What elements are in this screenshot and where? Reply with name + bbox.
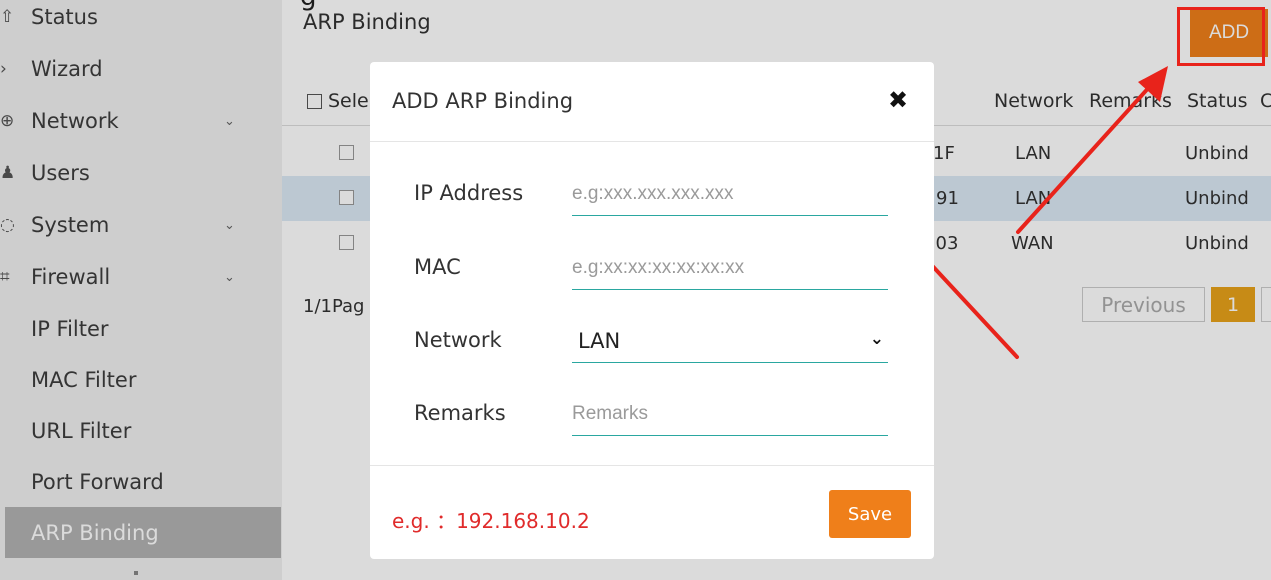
close-icon[interactable]: ✖ <box>888 86 908 114</box>
ip-address-label: IP Address <box>414 181 524 205</box>
add-arp-binding-dialog: ADD ARP Binding ✖ IP Address e.g:xxx.xxx… <box>370 62 934 559</box>
network-select[interactable]: LAN ⌄ <box>572 319 888 363</box>
mac-label: MAC <box>414 255 461 279</box>
chevron-down-icon: ⌄ <box>869 329 884 349</box>
dialog-footer: e.g. ：192.168.10.2 Save <box>370 465 934 559</box>
ip-address-input[interactable]: e.g:xxx.xxx.xxx.xxx <box>572 172 888 216</box>
remarks-input[interactable]: Remarks <box>572 392 888 436</box>
dialog-title: ADD ARP Binding <box>392 89 574 113</box>
ip-example-hint: e.g. ：192.168.10.2 <box>392 509 590 533</box>
remarks-label: Remarks <box>414 401 506 425</box>
network-select-value: LAN <box>578 328 621 353</box>
network-label: Network <box>414 328 502 352</box>
mac-input[interactable]: e.g:xx:xx:xx:xx:xx:xx <box>572 246 888 290</box>
dialog-header: ADD ARP Binding ✖ <box>370 62 934 142</box>
save-button[interactable]: Save <box>829 490 911 538</box>
annotation-arrow-to-add <box>1016 66 1168 234</box>
